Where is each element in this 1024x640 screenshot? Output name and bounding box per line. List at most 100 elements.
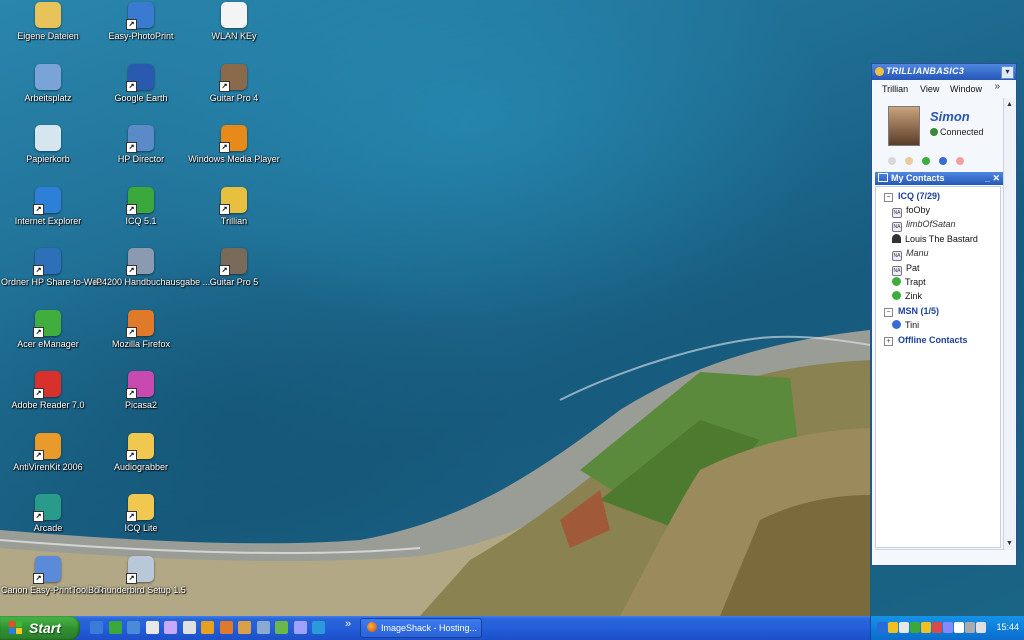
- service-status-icon[interactable]: [905, 157, 913, 165]
- taskbar-button-firefox[interactable]: ImageShack - Hosting...: [360, 618, 482, 638]
- desktop-icon[interactable]: ↗ Easy-PhotoPrint: [94, 0, 188, 58]
- scroll-down-arrow-icon[interactable]: ▼: [1005, 539, 1014, 548]
- contact-item[interactable]: NA foOby: [892, 205, 930, 218]
- quick-launch-icon[interactable]: [90, 621, 103, 634]
- desktop-icon[interactable]: ↗ Acer eManager: [1, 308, 95, 366]
- shortcut-arrow-icon: ↗: [126, 511, 137, 522]
- scroll-up-arrow-icon[interactable]: ▲: [1005, 100, 1014, 109]
- tray-icon[interactable]: [943, 622, 953, 633]
- tray-icon[interactable]: [976, 622, 986, 633]
- tray-icon[interactable]: [910, 622, 920, 633]
- tray-icon[interactable]: [921, 622, 931, 633]
- desktop-icon[interactable]: Arbeitsplatz: [1, 62, 95, 120]
- user-status[interactable]: Connected: [930, 127, 984, 137]
- clock[interactable]: 15:44: [996, 622, 1019, 632]
- desktop-icon-label: Guitar Pro 5: [209, 277, 259, 287]
- shortcut-arrow-icon: ↗: [33, 449, 44, 461]
- desktop-icon[interactable]: ↗ iP4200 Handbuchausgabe ...: [94, 246, 210, 304]
- service-status-icon[interactable]: [956, 157, 964, 165]
- desktop-icon[interactable]: WLAN KEy: [187, 0, 281, 58]
- tray-icon[interactable]: [877, 622, 887, 633]
- contact-item[interactable]: Louis The Bastard: [892, 233, 978, 244]
- service-status-icon[interactable]: [922, 157, 930, 165]
- tray-icon[interactable]: [899, 622, 909, 633]
- desktop-icon[interactable]: ↗ Guitar Pro 4: [187, 62, 281, 120]
- quick-launch-icon[interactable]: [182, 621, 196, 634]
- contact-item[interactable]: Tini: [892, 320, 919, 330]
- menu-trillian[interactable]: Trillian: [882, 84, 908, 94]
- contact-item[interactable]: NA Manu: [892, 248, 929, 262]
- desktop-icon[interactable]: ↗ Picasa2: [94, 369, 188, 427]
- shortcut-arrow-icon: ↗: [33, 203, 44, 215]
- contact-item[interactable]: Trapt: [892, 277, 926, 287]
- menu-view[interactable]: View: [920, 84, 939, 94]
- quick-launch-icon[interactable]: [145, 621, 159, 634]
- desktop-icon[interactable]: ↗ HP Director: [94, 123, 188, 181]
- trillian-brand: TRILLIANBASIC3: [886, 66, 965, 76]
- quick-launch-icon[interactable]: [275, 621, 288, 634]
- desktop-icon[interactable]: ↗ Windows Media Player: [187, 123, 281, 181]
- desktop-icon[interactable]: ↗ Thunderbird Setup 1.5: [94, 554, 188, 612]
- quick-launch-icon[interactable]: [256, 621, 270, 634]
- desktop-icon[interactable]: ↗ Internet Explorer: [1, 185, 95, 243]
- quick-launch-icon[interactable]: [108, 621, 122, 634]
- desktop-icon[interactable]: ↗ Trillian: [187, 185, 281, 243]
- window-menu-button[interactable]: ▾: [1001, 66, 1014, 79]
- desktop-icon[interactable]: ↗ Adobe Reader 7.0: [1, 369, 95, 427]
- quick-launch-more-chevron[interactable]: »: [345, 618, 351, 630]
- trillian-window[interactable]: TRILLIANBASIC3 ▾ Trillian View Window » …: [871, 63, 1017, 566]
- cd-setup-icon: ↗: [126, 555, 154, 584]
- contact-item[interactable]: NA Pat: [892, 263, 920, 276]
- tray-icon[interactable]: [932, 622, 942, 633]
- desktop-icon-label: AntiVirenKit 2006: [13, 461, 83, 472]
- contact-item[interactable]: NA limbOfSatan: [892, 219, 956, 233]
- expand-icon[interactable]: +: [884, 337, 893, 346]
- tray-icon[interactable]: [954, 622, 964, 633]
- start-button[interactable]: Start: [0, 616, 80, 640]
- shortcut-arrow-icon: ↗: [126, 265, 137, 276]
- contacts-header-buttons[interactable]: _ ✕: [985, 172, 1000, 185]
- desktop-icon[interactable]: ↗ Guitar Pro 5: [187, 246, 281, 304]
- contact-status-icon: [892, 291, 901, 301]
- desktop-icon[interactable]: Papierkorb: [1, 123, 95, 181]
- service-status-icon[interactable]: [888, 157, 896, 165]
- trillian-titlebar[interactable]: TRILLIANBASIC3 ▾: [872, 64, 1016, 80]
- quick-launch-icon[interactable]: [127, 621, 140, 634]
- collapse-icon[interactable]: −: [884, 193, 893, 202]
- desktop-icon[interactable]: ↗ ICQ 5.1: [94, 185, 188, 243]
- contact-item[interactable]: Zink: [892, 291, 922, 301]
- group-offline[interactable]: + Offline Contacts: [884, 335, 968, 346]
- desktop-icon[interactable]: ↗ Arcade: [1, 492, 95, 550]
- tray-icon[interactable]: [888, 622, 898, 633]
- desktop-icon[interactable]: ↗ ICQ Lite: [94, 492, 188, 550]
- desktop-icon-label: Mozilla Firefox: [111, 338, 170, 349]
- desktop-icon[interactable]: ↗ Mozilla Firefox: [94, 308, 188, 366]
- desktop-icon[interactable]: ↗ Canon Easy-PrintToolBox: [1, 554, 104, 612]
- desktop-icon[interactable]: ↗ AntiVirenKit 2006: [1, 431, 95, 489]
- quick-launch-icon[interactable]: [312, 621, 325, 634]
- menu-window[interactable]: Window: [950, 84, 982, 94]
- quick-launch-icon[interactable]: [219, 621, 233, 634]
- desktop-icon-label: Papierkorb: [26, 154, 70, 164]
- user-name[interactable]: Simon: [930, 109, 970, 124]
- group-msn[interactable]: − MSN (1/5): [884, 306, 939, 317]
- quick-launch-icon[interactable]: [238, 621, 251, 634]
- desktop-icon[interactable]: ↗ Ordner HP Share-to-Web: [1, 246, 102, 304]
- desktop-icon[interactable]: ↗ Audiograbber: [94, 431, 188, 489]
- shortcut-arrow-icon: ↗: [126, 80, 137, 92]
- quick-launch-icon[interactable]: [164, 621, 177, 634]
- contacts-scrollbar[interactable]: ▲ ▼: [1003, 98, 1015, 550]
- collapse-icon[interactable]: −: [884, 308, 893, 317]
- desktop-icon[interactable]: Eigene Dateien: [1, 0, 95, 58]
- group-label: Offline Contacts: [898, 335, 968, 345]
- service-status-icon[interactable]: [939, 157, 947, 165]
- tray-icon[interactable]: [965, 622, 975, 633]
- group-icq[interactable]: − ICQ (7/29): [884, 191, 940, 202]
- avatar[interactable]: [888, 106, 920, 146]
- quick-launch-icon[interactable]: [293, 621, 307, 634]
- desktop-icon[interactable]: ↗ Google Earth: [94, 62, 188, 120]
- quick-launch-icon[interactable]: [201, 621, 214, 634]
- contact-list: − ICQ (7/29) NA foOby NA limbOfSatan Louis Th…: [875, 186, 1001, 548]
- menu-more-chevron[interactable]: »: [994, 81, 1000, 92]
- recycle-bin-icon: [35, 125, 61, 151]
